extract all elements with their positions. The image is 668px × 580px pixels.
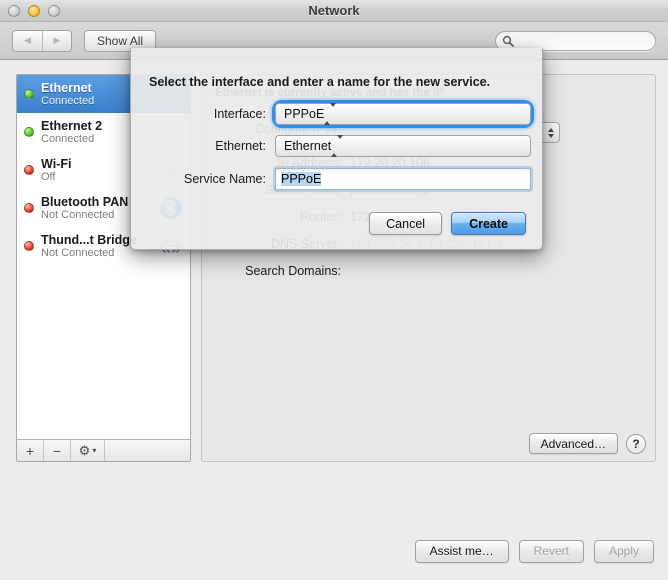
revert-button[interactable]: Revert <box>518 539 584 563</box>
page-title: Network <box>308 3 360 18</box>
interface-row: Interface: PPPoE <box>138 103 531 125</box>
interface-popup-value: PPPoE <box>284 107 325 121</box>
close-button[interactable] <box>8 5 20 17</box>
sheet-message: Select the interface and enter a name fo… <box>149 75 491 89</box>
stepper-arrows-icon <box>331 135 344 157</box>
service-name-row: Service Name: <box>138 168 531 190</box>
status-indicator-dot <box>24 165 34 175</box>
service-actions-menu-button[interactable]: ⚙ ▾ <box>71 440 105 461</box>
interface-popup-focus-ring: PPPoE <box>275 103 531 125</box>
advanced-controls-row: Advanced… ? <box>528 433 646 454</box>
create-button[interactable]: Create <box>451 212 526 235</box>
stepper-arrows-icon <box>324 103 337 125</box>
ethernet-popup-value: Ethernet <box>284 139 332 153</box>
service-list-toolbar: + − ⚙ ▾ <box>17 439 190 461</box>
status-indicator-dot <box>24 127 34 137</box>
interface-popup-button[interactable]: PPPoE <box>275 103 531 125</box>
ethernet-row: Ethernet: Ethernet <box>138 135 531 157</box>
ethernet-popup-button[interactable]: Ethernet <box>275 135 531 157</box>
advanced-button[interactable]: Advanced… <box>528 433 618 454</box>
apply-button[interactable]: Apply <box>593 539 654 563</box>
chevron-down-icon: ▾ <box>92 446 97 455</box>
help-button[interactable]: ? <box>626 433 646 454</box>
interface-label: Interface: <box>213 107 266 121</box>
status-indicator-dot <box>24 89 34 99</box>
back-icon[interactable]: ◀ <box>13 31 42 51</box>
status-indicator-dot <box>24 203 34 213</box>
service-name-input[interactable] <box>275 168 531 190</box>
minimize-button[interactable] <box>28 5 40 17</box>
add-service-button[interactable]: + <box>17 440 44 461</box>
service-name-label: Service Name: <box>184 172 266 186</box>
field-value <box>350 264 656 278</box>
gear-icon: ⚙ <box>78 442 91 458</box>
zoom-button[interactable] <box>48 5 60 17</box>
ethernet-label: Ethernet: <box>215 139 266 153</box>
network-preferences-window: Network ◀ ▶ Show All Ethernet Connected … <box>0 0 668 580</box>
stepper-arrows-icon <box>548 127 554 138</box>
sheet-button-row: Cancel Create <box>369 212 526 235</box>
window-titlebar: Network <box>0 0 668 22</box>
assist-me-button[interactable]: Assist me… <box>414 539 509 563</box>
remove-service-button[interactable]: − <box>44 440 71 461</box>
field-label: Search Domains: <box>245 264 341 278</box>
window-footer: Assist me… Revert Apply <box>0 528 668 580</box>
new-service-sheet: Select the interface and enter a name fo… <box>130 48 543 250</box>
traffic-light-group <box>8 5 60 17</box>
status-indicator-dot <box>24 241 34 251</box>
search-icon <box>502 35 514 47</box>
search-input[interactable] <box>518 35 648 47</box>
forward-icon[interactable]: ▶ <box>42 30 71 51</box>
cancel-button[interactable]: Cancel <box>369 212 443 235</box>
navigation-segmented-control[interactable]: ◀ ▶ <box>12 29 72 52</box>
